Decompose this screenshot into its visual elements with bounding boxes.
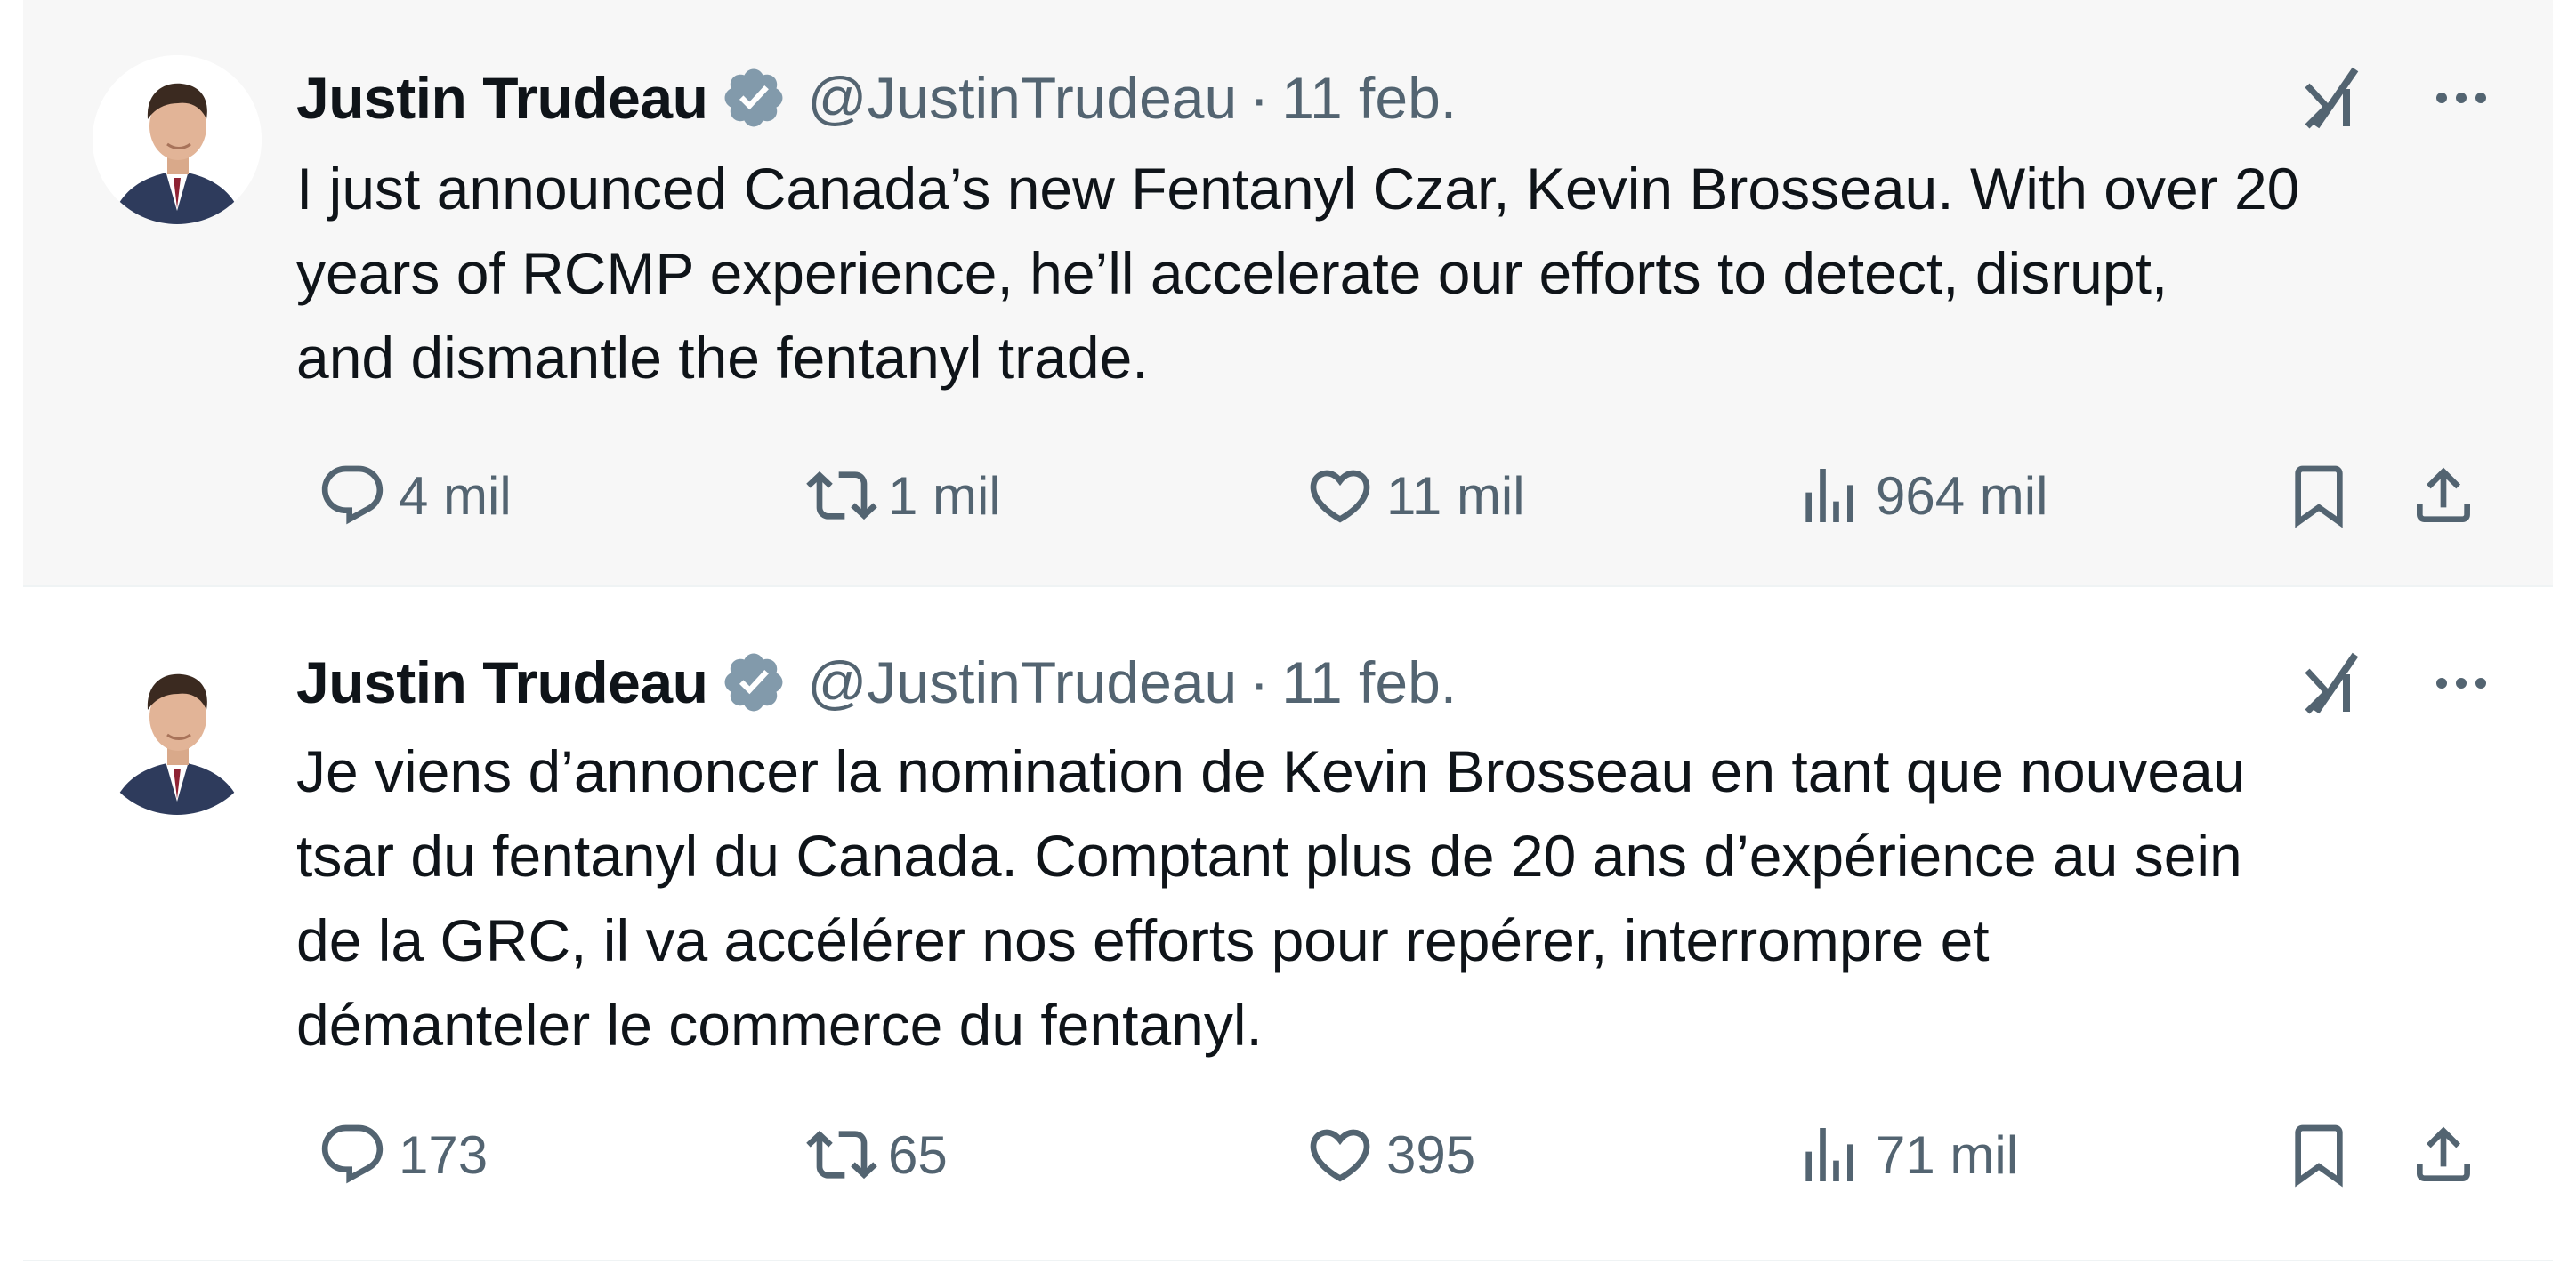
separator-dot: · [1249,65,1270,131]
reply-button[interactable]: 173 [317,1115,488,1195]
verified-badge-icon [720,649,787,716]
tweet-card[interactable]: Justin Trudeau @JustinTrudeau · 11 feb. [23,587,2553,1261]
more-icon[interactable] [2426,60,2497,132]
author-avatar[interactable] [93,646,262,815]
repost-icon [806,1130,877,1180]
author-avatar[interactable] [93,55,262,224]
tweet-text: I just announced Canada’s new Fentanyl C… [296,156,2300,391]
views-icon [1805,1128,1853,1181]
author-name[interactable]: Justin Trudeau [296,649,708,716]
separator-dot: · [1249,649,1270,715]
verified-badge-icon [720,64,787,132]
like-icon [1310,470,1370,523]
tweet-card[interactable]: Justin Trudeau @JustinTrudeau · 11 feb. [23,0,2553,587]
share-button[interactable] [2408,1115,2479,1195]
repost-count: 1 mil [888,465,1001,526]
tweet-text: Je viens d’annoncer la nomination de Kev… [296,738,2246,1058]
reply-count: 173 [399,1124,489,1185]
share-button[interactable] [2408,455,2479,536]
views-button[interactable]: 964 mil [1794,455,2047,536]
bookmark-button[interactable] [2283,1115,2354,1195]
share-icon [2417,467,2470,522]
author-name[interactable]: Justin Trudeau [296,64,708,132]
like-icon [1310,1129,1370,1182]
views-icon [1805,469,1853,522]
like-count: 395 [1386,1124,1476,1185]
bookmark-icon [2295,1124,2343,1188]
more-icon[interactable] [2426,646,2497,717]
like-button[interactable]: 11 mil [1304,455,1525,536]
tweet-header: Justin Trudeau @JustinTrudeau · 11 feb. [296,58,1457,138]
bookmark-icon [2295,465,2343,528]
views-count: 964 mil [1876,465,2048,526]
like-button[interactable]: 395 [1304,1115,1475,1195]
author-handle[interactable]: @JustinTrudeau [807,64,1237,132]
views-button[interactable]: 71 mil [1794,1115,2018,1195]
reply-button[interactable]: 4 mil [317,455,512,536]
views-count: 71 mil [1876,1124,2019,1185]
reply-icon [321,465,384,525]
author-handle[interactable]: @JustinTrudeau [807,649,1237,716]
tweet-actions: 173 65 395 71 mil [290,1115,2515,1195]
tweet-actions: 4 mil 1 mil 11 mil 964 mil [290,455,2515,536]
grok-icon[interactable] [2297,60,2368,132]
tweet-date[interactable]: 11 feb. [1281,64,1457,132]
reply-icon [321,1124,384,1184]
share-icon [2417,1126,2470,1181]
repost-icon [806,471,877,520]
repost-button[interactable]: 65 [806,1115,948,1195]
like-count: 11 mil [1386,465,1525,526]
repost-button[interactable]: 1 mil [806,455,1001,536]
bookmark-button[interactable] [2283,455,2354,536]
repost-count: 65 [888,1124,948,1185]
tweet-date[interactable]: 11 feb. [1281,649,1457,716]
tweet-header: Justin Trudeau @JustinTrudeau · 11 feb. [296,642,1457,722]
reply-count: 4 mil [399,465,512,526]
grok-icon[interactable] [2297,646,2368,717]
tweet-feed: Justin Trudeau @JustinTrudeau · 11 feb. [23,0,2553,1281]
